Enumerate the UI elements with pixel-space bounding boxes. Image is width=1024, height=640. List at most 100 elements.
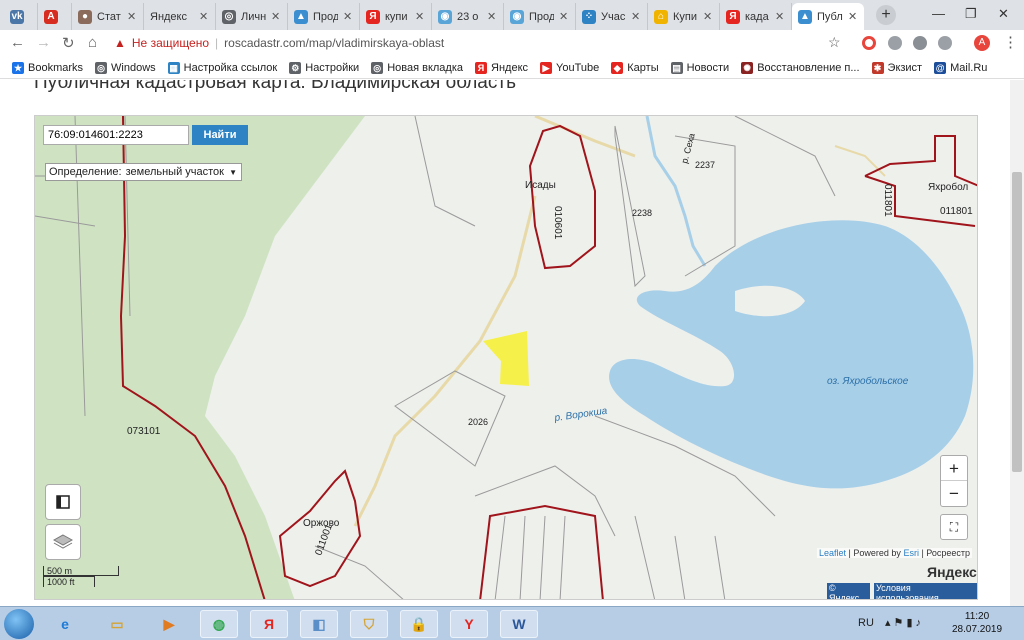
page-scrollbar[interactable] <box>1010 80 1024 606</box>
reload-icon[interactable]: ↻ <box>62 34 75 52</box>
fullscreen-button[interactable]: ⛶ <box>940 514 968 540</box>
yandex-icon: Я <box>366 9 380 24</box>
scrollbar-thumb[interactable] <box>1012 172 1022 472</box>
zoom-out-button[interactable]: − <box>941 481 967 506</box>
close-tab-icon[interactable]: ✕ <box>848 10 858 23</box>
esri-link[interactable]: Esri <box>903 548 919 558</box>
tray-icons[interactable]: ▴ ⚑ ▮ ♪ <box>885 617 921 629</box>
label-011801a: 011801 <box>882 184 893 217</box>
search-input[interactable] <box>43 125 189 145</box>
map-canvas[interactable]: Исады 010601 2237 2238 р. Сеха Яхробол 0… <box>35 116 978 600</box>
tab-title: купи <box>385 10 408 23</box>
news-icon: ▤ <box>670 61 683 74</box>
cadastral-map[interactable]: Исады 010601 2237 2238 р. Сеха Яхробол 0… <box>34 115 978 600</box>
url-text[interactable]: roscadastr.com/map/vladimirskaya-oblast <box>224 36 444 50</box>
bookmark-item[interactable]: ✺ Восстановление п... <box>741 61 860 74</box>
tab-title: Личн <box>241 10 266 23</box>
location-icon: ◉ <box>510 9 524 24</box>
lock-icon[interactable]: 🔒 <box>400 610 438 638</box>
browser-tab[interactable]: ▲ Прод ✕ <box>288 3 360 30</box>
extension-car-icon[interactable] <box>913 36 927 50</box>
extension-gear-icon[interactable] <box>888 36 902 50</box>
bookmark-star-icon[interactable]: ☆ <box>828 34 841 51</box>
label-2026: 2026 <box>468 417 488 427</box>
extension-target-icon[interactable] <box>862 36 876 50</box>
bookmark-item[interactable]: ✱ Экзист <box>871 61 922 74</box>
bookmark-item[interactable]: ⚙ Настройки <box>289 61 359 74</box>
address-bar[interactable]: ▲ Не защищено | roscadastr.com/map/vladi… <box>114 32 854 54</box>
browser-tab[interactable]: ▲ Публ ✕ <box>792 3 864 30</box>
yandex-terms-link[interactable]: Условия использования <box>874 583 977 599</box>
legend-button[interactable] <box>45 484 81 520</box>
yandex-browser-icon[interactable]: Y <box>450 610 488 638</box>
clock[interactable]: 11:20 28.07.2019 <box>952 610 1002 636</box>
bookmark-item[interactable]: @ Mail.Ru <box>934 61 988 74</box>
close-tab-icon[interactable]: ✕ <box>199 10 209 23</box>
label-011801b: 011801 <box>940 206 973 217</box>
close-tab-icon[interactable]: ✕ <box>631 10 641 23</box>
bookmark-item[interactable]: ▦ Настройка ссылок <box>167 61 277 74</box>
close-tab-icon[interactable]: ✕ <box>487 10 497 23</box>
new-tab-button[interactable]: + <box>876 5 896 25</box>
a-icon: A <box>44 9 58 24</box>
explorer-icon[interactable]: ▭ <box>98 610 136 638</box>
profile-avatar[interactable]: A <box>974 35 990 51</box>
close-tab-icon[interactable]: ✕ <box>343 10 353 23</box>
page-title: Публичная кадастровая карта: Владимирска… <box>34 80 516 93</box>
minimize-button[interactable]: — <box>932 6 945 21</box>
maps-icon: ◆ <box>611 61 624 74</box>
bookmark-item[interactable]: ◎ Windows <box>95 61 156 74</box>
tray-area: RU ▴ ⚑ ▮ ♪ <box>858 616 921 629</box>
browser-tab[interactable]: ⌂ Купи ✕ <box>648 3 720 30</box>
browser-tab[interactable]: Яндекс ✕ <box>144 3 216 30</box>
tab-title: Прод <box>529 10 554 23</box>
close-tab-icon[interactable]: ✕ <box>775 10 785 23</box>
browser-tab[interactable]: ◉ Прод ✕ <box>504 3 576 30</box>
browser-tab[interactable]: ◎ Личн ✕ <box>216 3 288 30</box>
browser-tab[interactable]: ● Стат ✕ <box>72 3 144 30</box>
zoom-in-button[interactable]: + <box>941 456 967 481</box>
close-tab-icon[interactable]: ✕ <box>127 10 137 23</box>
bookmark-item[interactable]: ▶ YouTube <box>540 61 599 74</box>
language-indicator[interactable]: RU <box>858 617 874 629</box>
close-tab-icon[interactable]: ✕ <box>559 10 569 23</box>
page-content: Публичная кадастровая карта: Владимирска… <box>0 80 1024 606</box>
forward-icon[interactable]: → <box>36 34 51 51</box>
home-icon[interactable]: ⌂ <box>88 34 97 51</box>
bookmark-item[interactable]: ▤ Новости <box>670 61 729 74</box>
tab-title: Купи <box>673 10 698 23</box>
browser-tab[interactable]: vk <box>4 3 38 30</box>
close-tab-icon[interactable]: ✕ <box>415 10 425 23</box>
word-icon[interactable]: W <box>500 610 538 638</box>
label-073101: 073101 <box>127 426 161 437</box>
bookmark-item[interactable]: ◆ Карты <box>611 61 659 74</box>
window-icon[interactable]: ◧ <box>300 610 338 638</box>
browser-tab[interactable]: Якупи ✕ <box>360 3 432 30</box>
find-button[interactable]: Найти <box>192 125 248 145</box>
close-tab-icon[interactable]: ✕ <box>703 10 713 23</box>
bookmark-item[interactable]: ★ Bookmarks <box>12 61 83 74</box>
browser-tab[interactable]: Якада ✕ <box>720 3 792 30</box>
browser-tab[interactable]: A <box>38 3 72 30</box>
layers-button[interactable] <box>45 524 81 560</box>
yandex-copyright[interactable]: © Яндекс <box>827 583 871 599</box>
start-button[interactable] <box>4 609 34 639</box>
browser-tab[interactable]: ◉ 23 о ✕ <box>432 3 504 30</box>
shield-icon[interactable]: ⛉ <box>350 610 388 638</box>
leaflet-link[interactable]: Leaflet <box>819 548 846 558</box>
maximize-button[interactable]: ❐ <box>965 6 977 22</box>
close-tab-icon[interactable]: ✕ <box>271 10 281 23</box>
chrome-icon[interactable]: ◍ <box>200 610 238 638</box>
ie-icon[interactable]: e <box>46 610 84 638</box>
definition-select[interactable]: Определение: земельный участок ▼ <box>45 163 242 181</box>
extension-person-icon[interactable] <box>938 36 952 50</box>
yandex-icon[interactable]: Я <box>250 610 288 638</box>
close-window-button[interactable]: ✕ <box>998 6 1009 22</box>
back-icon[interactable]: ← <box>10 34 25 51</box>
bookmark-item[interactable]: Я Яндекс <box>475 61 528 74</box>
media-player-icon[interactable]: ▶ <box>150 610 188 638</box>
menu-icon[interactable]: ⋮ <box>1003 33 1018 51</box>
browser-tab[interactable]: ⁘ Учас ✕ <box>576 3 648 30</box>
bookmark-item[interactable]: ◎ Новая вкладка <box>371 61 463 74</box>
bookmark-label: Mail.Ru <box>950 61 988 74</box>
